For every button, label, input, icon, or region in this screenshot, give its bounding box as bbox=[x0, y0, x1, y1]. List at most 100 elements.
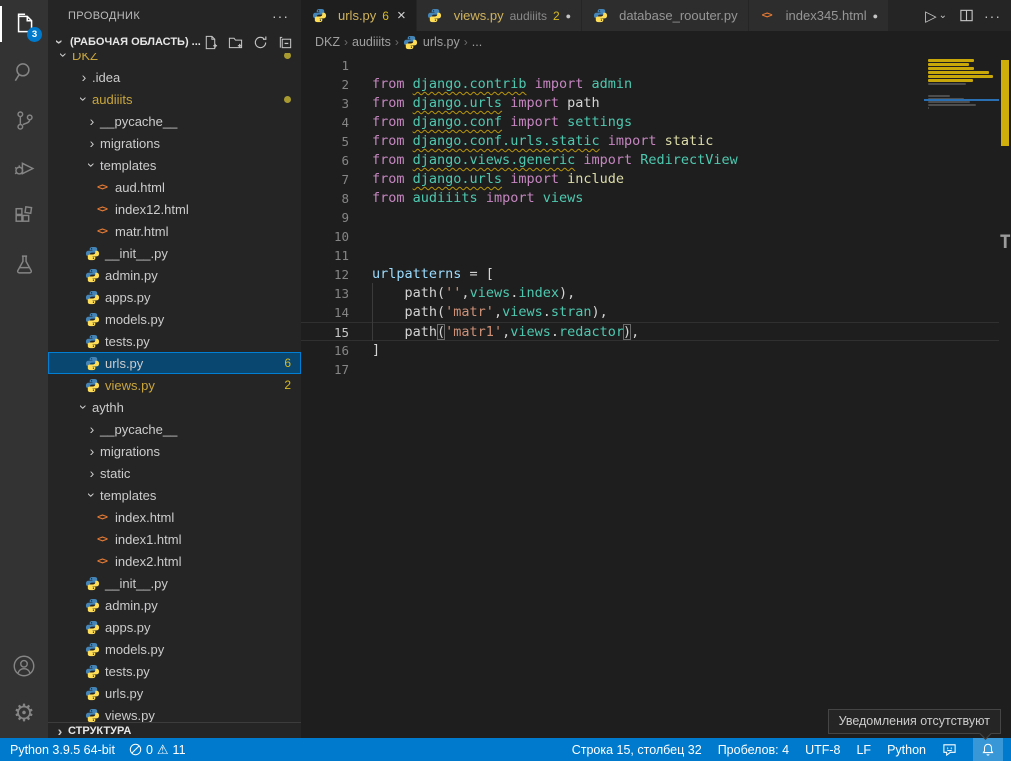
tree-item-admin-py[interactable]: admin.py bbox=[48, 264, 301, 286]
editor-tab-bar: urls.py 6 × views.py audiiits 2 ● databa… bbox=[301, 0, 1011, 31]
tree-item-tests-py[interactable]: tests.py bbox=[48, 660, 301, 682]
tab-database-roouter-py[interactable]: database_roouter.py bbox=[582, 0, 749, 31]
breadcrumb-item[interactable]: ... bbox=[472, 35, 482, 49]
code-line-9[interactable]: 9 bbox=[301, 208, 1011, 227]
code-line-10[interactable]: 10 bbox=[301, 227, 1011, 246]
code-line-7[interactable]: 7from django.urls import include bbox=[301, 170, 1011, 189]
activity-source-control[interactable] bbox=[0, 96, 48, 144]
tree-item-audiiits[interactable]: ›audiiits bbox=[48, 88, 301, 110]
activity-settings[interactable]: ⚙ bbox=[0, 690, 48, 738]
tree-item-label: urls.py bbox=[105, 686, 143, 701]
breadcrumb-item[interactable]: DKZ bbox=[315, 35, 340, 49]
new-file-icon[interactable] bbox=[202, 34, 218, 50]
tree-item-dkz[interactable]: ›DKZ bbox=[48, 53, 301, 66]
tree-item-migrations[interactable]: ›migrations bbox=[48, 132, 301, 154]
encoding-status[interactable]: UTF-8 bbox=[805, 743, 840, 757]
language-mode-status[interactable]: Python bbox=[887, 743, 926, 757]
code-line-14[interactable]: 14 path('matr',views.stran), bbox=[301, 303, 1011, 322]
eol-status[interactable]: LF bbox=[856, 743, 871, 757]
tree-item-urls-py[interactable]: urls.py6 bbox=[48, 352, 301, 374]
code-line-5[interactable]: 5from django.conf.urls.static import sta… bbox=[301, 132, 1011, 151]
tree-item-index1-html[interactable]: <>index1.html bbox=[48, 528, 301, 550]
activity-search[interactable] bbox=[0, 48, 48, 96]
code-line-4[interactable]: 4from django.conf import settings bbox=[301, 113, 1011, 132]
scrollbar[interactable]: T bbox=[999, 53, 1011, 738]
code-line-2[interactable]: 2from django.contrib import admin bbox=[301, 75, 1011, 94]
tree-item-apps-py[interactable]: apps.py bbox=[48, 616, 301, 638]
tab-views-py[interactable]: views.py audiiits 2 ● bbox=[417, 0, 582, 31]
tree-item-matr-html[interactable]: <>matr.html bbox=[48, 220, 301, 242]
tree-item-index12-html[interactable]: <>index12.html bbox=[48, 198, 301, 220]
collapse-all-icon[interactable] bbox=[277, 34, 293, 50]
editor-more-actions-icon[interactable]: ··· bbox=[984, 5, 1001, 27]
python-icon bbox=[84, 685, 100, 701]
refresh-icon[interactable] bbox=[252, 34, 268, 50]
code-line-16[interactable]: 16] bbox=[301, 341, 1011, 360]
outline-section-header[interactable]: › СТРУКТУРА bbox=[48, 722, 301, 738]
code-line-3[interactable]: 3from django.urls import path bbox=[301, 94, 1011, 113]
sidebar-more-actions-icon[interactable]: ··· bbox=[272, 8, 289, 24]
code-line-1[interactable]: 1 bbox=[301, 56, 1011, 75]
notifications-bell-icon[interactable] bbox=[973, 738, 1003, 761]
extensions-icon bbox=[12, 204, 37, 229]
tree-item-templates[interactable]: ›templates bbox=[48, 154, 301, 176]
tree-item-index-html[interactable]: <>index.html bbox=[48, 506, 301, 528]
run-dropdown-icon[interactable]: ⌄ bbox=[939, 5, 947, 27]
code-line-12[interactable]: 12urlpatterns = [ bbox=[301, 265, 1011, 284]
activity-run-debug[interactable] bbox=[0, 144, 48, 192]
tree-item-label: templates bbox=[100, 158, 156, 173]
tree-item-models-py[interactable]: models.py bbox=[48, 308, 301, 330]
code-line-8[interactable]: 8from audiiits import views bbox=[301, 189, 1011, 208]
tree-item-label: views.py bbox=[105, 708, 155, 723]
tree-item-label: static bbox=[100, 466, 130, 481]
tree-item--pycache-[interactable]: ›__pycache__ bbox=[48, 110, 301, 132]
tree-item-urls-py[interactable]: urls.py bbox=[48, 682, 301, 704]
modified-dot-icon[interactable]: ● bbox=[873, 11, 878, 21]
tree-item-apps-py[interactable]: apps.py bbox=[48, 286, 301, 308]
activity-explorer[interactable]: 3 bbox=[0, 0, 48, 48]
tree-item--idea[interactable]: ›.idea bbox=[48, 66, 301, 88]
workspace-section-label: (РАБОЧАЯ ОБЛАСТЬ) ... bbox=[70, 36, 201, 48]
tab-index345-html[interactable]: <> index345.html ● bbox=[749, 0, 889, 31]
problems-status[interactable]: 0 ⚠ 11 bbox=[129, 742, 186, 758]
tree-item-admin-py[interactable]: admin.py bbox=[48, 594, 301, 616]
account-icon bbox=[11, 653, 37, 679]
run-button[interactable]: ▷ bbox=[925, 5, 937, 27]
code-line-6[interactable]: 6from django.views.generic import Redire… bbox=[301, 151, 1011, 170]
tree-item--pycache-[interactable]: ›__pycache__ bbox=[48, 418, 301, 440]
feedback-smiley-icon[interactable] bbox=[942, 742, 957, 757]
tree-item-templates[interactable]: ›templates bbox=[48, 484, 301, 506]
code-line-11[interactable]: 11 bbox=[301, 246, 1011, 265]
code-line-13[interactable]: 13 path('',views.index), bbox=[301, 284, 1011, 303]
modified-dot-icon[interactable]: ● bbox=[566, 11, 571, 21]
activity-extensions[interactable] bbox=[0, 192, 48, 240]
tree-item-index2-html[interactable]: <>index2.html bbox=[48, 550, 301, 572]
cursor-position-status[interactable]: Строка 15, столбец 32 bbox=[572, 743, 702, 757]
new-folder-icon[interactable] bbox=[227, 34, 243, 50]
tree-item-aythh[interactable]: ›aythh bbox=[48, 396, 301, 418]
tree-item-static[interactable]: ›static bbox=[48, 462, 301, 484]
tree-item--init-py[interactable]: __init__.py bbox=[48, 572, 301, 594]
tree-item-aud-html[interactable]: <>aud.html bbox=[48, 176, 301, 198]
activity-accounts[interactable] bbox=[0, 642, 48, 690]
close-icon[interactable]: × bbox=[397, 7, 406, 24]
tree-item-views-py[interactable]: views.py2 bbox=[48, 374, 301, 396]
tab-urls-py[interactable]: urls.py 6 × bbox=[301, 0, 417, 31]
tree-item-models-py[interactable]: models.py bbox=[48, 638, 301, 660]
code-line-17[interactable]: 17 bbox=[301, 360, 1011, 379]
workspace-section-header[interactable]: › (РАБОЧАЯ ОБЛАСТЬ) ... bbox=[48, 31, 301, 53]
code-line-15[interactable]: 15 path('matr1',views.redactor), bbox=[301, 322, 1011, 341]
indentation-status[interactable]: Пробелов: 4 bbox=[718, 743, 789, 757]
code-editor[interactable]: 12from django.contrib import admin3from … bbox=[301, 53, 1011, 738]
python-interpreter-status[interactable]: Python 3.9.5 64-bit bbox=[10, 743, 115, 757]
tree-item-migrations[interactable]: ›migrations bbox=[48, 440, 301, 462]
tree-item-tests-py[interactable]: tests.py bbox=[48, 330, 301, 352]
split-editor-icon[interactable] bbox=[959, 5, 974, 27]
minimap[interactable] bbox=[928, 56, 998, 113]
breadcrumb-item[interactable]: urls.py bbox=[423, 35, 460, 49]
tree-item--init-py[interactable]: __init__.py bbox=[48, 242, 301, 264]
tree-item-views-py[interactable]: views.py bbox=[48, 704, 301, 722]
activity-testing[interactable] bbox=[0, 240, 48, 288]
breadcrumb-item[interactable]: audiiits bbox=[352, 35, 391, 49]
python-icon bbox=[84, 311, 100, 327]
